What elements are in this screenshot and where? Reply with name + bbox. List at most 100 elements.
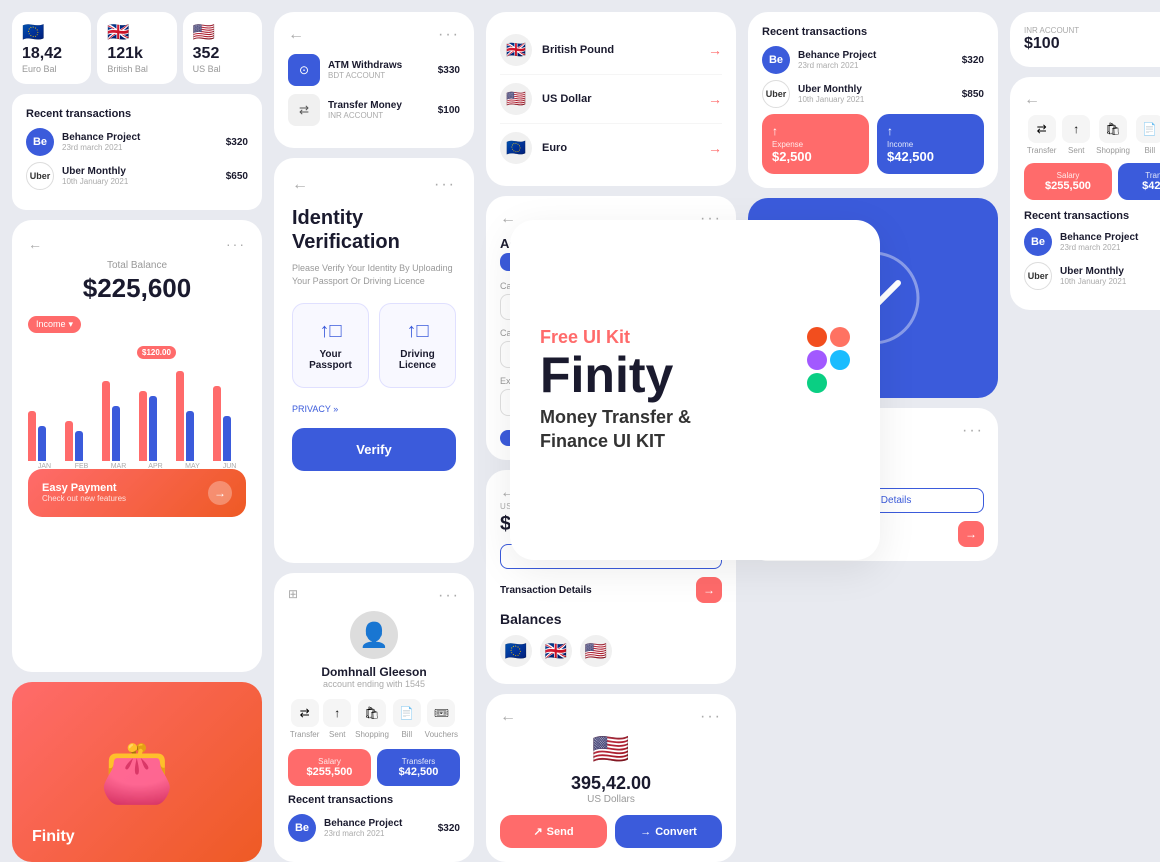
us-dollar-item[interactable]: 🇺🇸 US Dollar → [500, 75, 722, 124]
recent-tx-top-title: Recent transactions [26, 108, 248, 120]
right-recent-tx: Recent transactions Be Behance Project 2… [1024, 210, 1160, 290]
atm-dots-btn[interactable]: ··· [438, 26, 460, 44]
balances-title: Balances [500, 611, 722, 627]
bill-qa-icon: 📄 [393, 699, 421, 727]
privacy-link[interactable]: PRIVACY » [292, 404, 456, 414]
profile-recent-tx: Recent transactions Be Behance Project 2… [288, 794, 460, 842]
col4-uber-name: Uber Monthly [798, 84, 954, 95]
col4-tx-uber[interactable]: Uber Uber Monthly 10th January 2021 $850 [762, 80, 984, 108]
uber-date-1: 10th January 2021 [62, 177, 218, 186]
identity-description: Please Verify Your Identity By Uploading… [292, 262, 456, 287]
convert-button[interactable]: → Convert [615, 815, 722, 848]
tx-item-uber-1[interactable]: Uber Uber Monthly 10th January 2021 $650 [26, 162, 248, 190]
transfer-row[interactable]: ⇄ Transfer Money INR ACCOUNT $100 [288, 94, 460, 126]
uber-name-1: Uber Monthly [62, 166, 218, 177]
right-tx-behance[interactable]: Be Behance Project 23rd march 2021 $320 [1024, 228, 1160, 256]
qa-vouchers[interactable]: 🎟 Vouchers [425, 699, 458, 739]
passport-upload-icon: ↑□ [303, 320, 358, 343]
gbp-flag-box: 🇬🇧 [500, 34, 532, 66]
qa-transfer[interactable]: ⇄ Transfer [290, 699, 320, 739]
balance-flags-row: 🇪🇺 🇬🇧 🇺🇸 [500, 635, 722, 670]
right-tx-uber[interactable]: Uber Uber Monthly 10th January 2021 $650 [1024, 262, 1160, 290]
easy-payment-subtitle: Check out new features [42, 494, 126, 503]
usd-screen-dots-btn[interactable]: ··· [700, 708, 722, 726]
chart-label-feb: FEB [65, 463, 98, 470]
euro-flag: 🇪🇺 [22, 22, 81, 43]
driving-licence-option[interactable]: ↑□ Driving Licence [379, 303, 456, 388]
atm-back-btn[interactable]: ← [288, 26, 304, 44]
transfer-amount: $100 [438, 105, 460, 116]
right-qa-bill[interactable]: 📄 Bill [1136, 115, 1160, 155]
identity-back-btn[interactable]: ← [292, 176, 308, 194]
right-qa-sent[interactable]: ↑ Sent [1062, 115, 1090, 155]
qa-bill[interactable]: 📄 Bill [393, 699, 421, 739]
col4-uber-info: Uber Monthly 10th January 2021 [798, 84, 954, 104]
right-qa-transfer[interactable]: ⇄ Transfer [1027, 115, 1057, 155]
income-badge[interactable]: Income ▾ [28, 316, 81, 333]
verify-button[interactable]: Verify [292, 428, 456, 471]
salary-label: Salary [296, 757, 363, 766]
col4-tx-behance[interactable]: Be Behance Project 23rd march 2021 $320 [762, 46, 984, 74]
atm-withdraw-row[interactable]: ⊙ ATM Withdraws BDT ACCOUNT $330 [288, 54, 460, 86]
column-1: 🇪🇺 18,42 Euro Bal 🇬🇧 121k British Bal 🇺🇸… [12, 12, 262, 862]
transfer-qa-label: Transfer [290, 730, 320, 739]
qa-shopping[interactable]: 🛍 Shopping [355, 699, 389, 739]
inr-amount: $100 [1024, 35, 1160, 53]
transfers-badge: Transfers $42,500 [377, 749, 460, 786]
easy-payment-arrow-icon[interactable]: → [208, 481, 232, 505]
behance-date-1: 23rd march 2021 [62, 143, 218, 152]
gbp-mini-card[interactable]: 🇬🇧 121k British Bal [97, 12, 176, 84]
usd-name: US Dollar [542, 93, 698, 105]
gbp-flag-emoji: 🇬🇧 [506, 40, 526, 60]
atm-amount: $330 [438, 65, 460, 76]
total-amount: $225,600 [28, 273, 246, 304]
right-transfer-label: Transfer [1027, 146, 1057, 155]
atm-desc: ATM Withdraws BDT ACCOUNT [328, 60, 430, 80]
income-label: Income [887, 140, 974, 149]
balance-dots-btn[interactable]: ··· [226, 236, 246, 252]
transfers-label: Transfers [385, 757, 452, 766]
convert-label: Convert [655, 826, 697, 838]
qa-sent[interactable]: ↑ Sent [323, 699, 351, 739]
usd-mini-card[interactable]: 🇺🇸 352 US Bal [183, 12, 262, 84]
shopping-qa-label: Shopping [355, 730, 389, 739]
profile-name: Domhnall Gleeson [288, 665, 460, 679]
right-salary-badge: Salary $255,500 [1024, 163, 1112, 200]
expense-amount: $2,500 [772, 149, 859, 164]
profile-tx-behance[interactable]: Be Behance Project 23rd march 2021 $320 [288, 814, 460, 842]
chart-bars [28, 341, 246, 461]
right-back-btn[interactable]: ← [1024, 91, 1040, 109]
usd-flag-big: 🇺🇸 [592, 733, 629, 766]
add-card-back-btn[interactable]: ← [500, 210, 516, 228]
passport-label: Your Passport [303, 349, 358, 371]
gbp-arrow-icon: → [708, 42, 722, 58]
recent-tx-top-card: Recent transactions Be Behance Project 2… [12, 94, 262, 210]
usd-screen-back-btn[interactable]: ← [500, 708, 516, 726]
tx-details-label: Transaction Details [500, 585, 592, 596]
usd-flag-emoji: 🇺🇸 [506, 89, 526, 109]
col4-balance-dots-btn[interactable]: ··· [962, 422, 984, 440]
passport-option[interactable]: ↑□ Your Passport [292, 303, 369, 388]
chart-label-may: MAY [176, 463, 209, 470]
chart-label-apr: APR [139, 463, 172, 470]
balance-back-btn[interactable]: ← [28, 236, 42, 252]
right-qa-shopping[interactable]: 🛍 Shopping [1096, 115, 1130, 155]
right-salary-row: Salary $255,500 Transfers $42,500 [1024, 163, 1160, 200]
euro-mini-card[interactable]: 🇪🇺 18,42 Euro Bal [12, 12, 91, 84]
british-pound-item[interactable]: 🇬🇧 British Pound → [500, 26, 722, 75]
easy-payment-banner[interactable]: Easy Payment Check out new features → [28, 469, 246, 517]
tx-item-behance-1[interactable]: Be Behance Project 23rd march 2021 $320 [26, 128, 248, 156]
col4-tx-arrow-icon[interactable]: → [958, 521, 984, 547]
privacy-arrow-icon: » [333, 404, 338, 414]
col4-uber-icon: Uber [762, 80, 790, 108]
identity-dots-btn[interactable]: ··· [434, 176, 456, 194]
behance-name-1: Behance Project [62, 132, 218, 143]
tx-details-arrow-icon[interactable]: → [696, 577, 722, 603]
usd-flag-box: 🇺🇸 [500, 83, 532, 115]
col4-behance-amount: $320 [962, 55, 984, 66]
chart-tooltip: $120.00 [137, 346, 176, 359]
right-sent-icon: ↑ [1062, 115, 1090, 143]
send-button[interactable]: ↗ Send [500, 815, 607, 848]
profile-dots-btn[interactable]: ··· [438, 587, 460, 605]
euro-item[interactable]: 🇪🇺 Euro → [500, 124, 722, 172]
